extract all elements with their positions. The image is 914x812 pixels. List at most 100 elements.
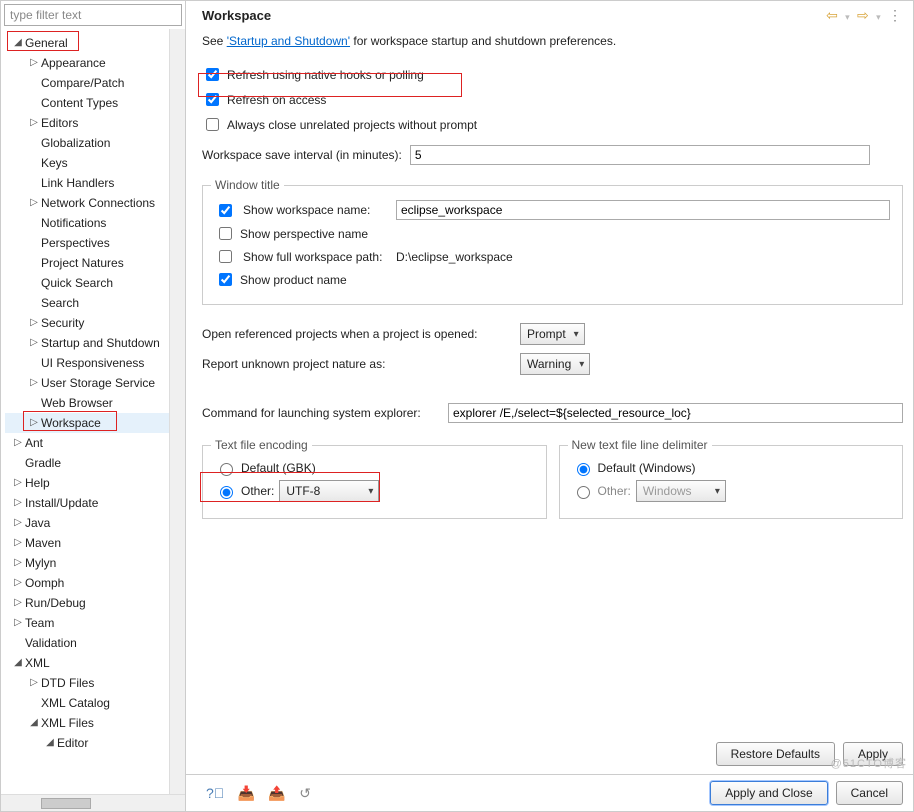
save-interval-field[interactable] xyxy=(410,145,870,165)
tree-item[interactable]: ▷Network Connections xyxy=(5,193,169,213)
expanded-icon[interactable]: ◢ xyxy=(45,733,55,753)
tree-item[interactable]: ▷Ant xyxy=(5,433,169,453)
collapsed-icon[interactable]: ▷ xyxy=(29,193,39,213)
refresh-access-row[interactable]: Refresh on access xyxy=(202,90,903,109)
collapsed-icon[interactable]: ▷ xyxy=(29,113,39,133)
refresh-hooks-checkbox[interactable] xyxy=(206,68,219,81)
tree-item[interactable]: ▷Security xyxy=(5,313,169,333)
collapsed-icon[interactable]: ▷ xyxy=(29,313,39,333)
forward-icon[interactable]: ⇨ xyxy=(857,7,869,23)
tree-label: Perspectives xyxy=(41,233,110,253)
tree-item[interactable]: ▷User Storage Service xyxy=(5,373,169,393)
cancel-button[interactable]: Cancel xyxy=(836,781,903,805)
tree-item[interactable]: ▷XML Catalog xyxy=(5,693,169,713)
tree-item[interactable]: ▷Gradle xyxy=(5,453,169,473)
refresh-hooks-row[interactable]: Refresh using native hooks or polling xyxy=(202,65,903,84)
collapsed-icon[interactable]: ▷ xyxy=(13,553,23,573)
collapsed-icon[interactable]: ▷ xyxy=(13,473,23,493)
tree-item[interactable]: ▷Install/Update xyxy=(5,493,169,513)
export-icon[interactable]: 📤 xyxy=(268,785,285,801)
expanded-icon[interactable]: ◢ xyxy=(29,713,39,733)
tree-item[interactable]: ▷Perspectives xyxy=(5,233,169,253)
tree-label: Quick Search xyxy=(41,273,113,293)
collapsed-icon[interactable]: ▷ xyxy=(13,613,23,633)
refresh-access-checkbox[interactable] xyxy=(206,93,219,106)
tree-item[interactable]: ▷Oomph xyxy=(5,573,169,593)
nav-arrows[interactable]: ⇦ ▾ ⇨ ▾ ⋮ xyxy=(822,7,903,24)
tree-item[interactable]: ◢XML xyxy=(5,653,169,673)
encoding-legend: Text file encoding xyxy=(211,438,312,452)
close-unrelated-checkbox[interactable] xyxy=(206,118,219,131)
encoding-default-radio[interactable] xyxy=(220,463,233,476)
tree-item[interactable]: ▷Run/Debug xyxy=(5,593,169,613)
tree-label: Editors xyxy=(41,113,78,133)
collapsed-icon[interactable]: ▷ xyxy=(29,333,39,353)
expanded-icon[interactable]: ◢ xyxy=(13,653,23,673)
show-product-checkbox[interactable] xyxy=(219,273,232,286)
menu-icon[interactable]: ⋮ xyxy=(888,7,903,23)
show-full-path-label: Show full workspace path: xyxy=(243,250,388,264)
history-icon[interactable]: ↺ xyxy=(299,785,311,801)
collapsed-icon[interactable]: ▷ xyxy=(13,433,23,453)
tree-item[interactable]: ▷Java xyxy=(5,513,169,533)
tree-item[interactable]: ▷Globalization xyxy=(5,133,169,153)
apply-close-button[interactable]: Apply and Close xyxy=(710,781,827,805)
collapsed-icon[interactable]: ▷ xyxy=(13,533,23,553)
ws-name-field[interactable] xyxy=(396,200,890,220)
show-persp-checkbox[interactable] xyxy=(219,227,232,240)
close-unrelated-row[interactable]: Always close unrelated projects without … xyxy=(202,115,903,134)
back-icon[interactable]: ⇦ xyxy=(826,7,838,23)
collapsed-icon[interactable]: ▷ xyxy=(29,673,39,693)
encoding-select[interactable]: UTF-8 xyxy=(279,480,379,502)
collapsed-icon[interactable]: ▷ xyxy=(13,593,23,613)
tree-item[interactable]: ▷Keys xyxy=(5,153,169,173)
tree-item[interactable]: ▷Startup and Shutdown xyxy=(5,333,169,353)
tree-scrollbar-v[interactable] xyxy=(169,29,185,794)
tree-item[interactable]: ▷Help xyxy=(5,473,169,493)
page-title: Workspace xyxy=(202,8,271,23)
tree-item[interactable]: ▷Maven xyxy=(5,533,169,553)
restore-defaults-button[interactable]: Restore Defaults xyxy=(716,742,835,766)
tree-item[interactable]: ▷Content Types xyxy=(5,93,169,113)
tree-item[interactable]: ◢Editor xyxy=(5,733,169,753)
show-full-path-checkbox[interactable] xyxy=(219,250,232,263)
collapsed-icon[interactable]: ▷ xyxy=(13,513,23,533)
tree-item[interactable]: ▷Link Handlers xyxy=(5,173,169,193)
tree-item[interactable]: ▷Project Natures xyxy=(5,253,169,273)
tree-item[interactable]: ◢XML Files xyxy=(5,713,169,733)
tree-scrollbar-h[interactable] xyxy=(1,794,185,811)
tree-item[interactable]: ▷Notifications xyxy=(5,213,169,233)
tree-item[interactable]: ▷Web Browser xyxy=(5,393,169,413)
tree-label: Oomph xyxy=(25,573,64,593)
delim-default-radio[interactable] xyxy=(577,463,590,476)
import-icon[interactable]: 📥 xyxy=(238,785,255,801)
collapsed-icon[interactable]: ▷ xyxy=(29,373,39,393)
collapsed-icon[interactable]: ▷ xyxy=(13,573,23,593)
tree-item[interactable]: ▷Mylyn xyxy=(5,553,169,573)
tree-item[interactable]: ▷Search xyxy=(5,293,169,313)
collapsed-icon[interactable]: ▷ xyxy=(29,53,39,73)
help-icon[interactable]: ?⃝ xyxy=(206,785,224,801)
explorer-field[interactable] xyxy=(448,403,903,423)
tree-item[interactable]: ▷Team xyxy=(5,613,169,633)
show-ws-name-checkbox[interactable] xyxy=(219,204,232,217)
tree-item[interactable]: ▷Compare/Patch xyxy=(5,73,169,93)
tree-item[interactable]: ▷Validation xyxy=(5,633,169,653)
report-nature-select[interactable]: Warning xyxy=(520,353,590,375)
tree-item[interactable]: ▷DTD Files xyxy=(5,673,169,693)
open-ref-select[interactable]: Prompt xyxy=(520,323,585,345)
collapsed-icon[interactable]: ▷ xyxy=(13,493,23,513)
encoding-other-label: Other: xyxy=(241,484,274,498)
delim-other-radio[interactable] xyxy=(577,486,590,499)
delim-default-label: Default (Windows) xyxy=(598,461,696,475)
tree-item[interactable]: ▷Editors xyxy=(5,113,169,133)
encoding-other-radio[interactable] xyxy=(220,486,233,499)
tree-label: Help xyxy=(25,473,50,493)
tree-item[interactable]: ▷Appearance xyxy=(5,53,169,73)
tree-item[interactable]: ▷UI Responsiveness xyxy=(5,353,169,373)
tree-label: XML xyxy=(25,653,50,673)
filter-input[interactable]: type filter text xyxy=(4,4,182,26)
startup-shutdown-link[interactable]: 'Startup and Shutdown' xyxy=(227,34,350,48)
tree-item[interactable]: ▷Quick Search xyxy=(5,273,169,293)
refresh-access-label: Refresh on access xyxy=(227,93,326,107)
